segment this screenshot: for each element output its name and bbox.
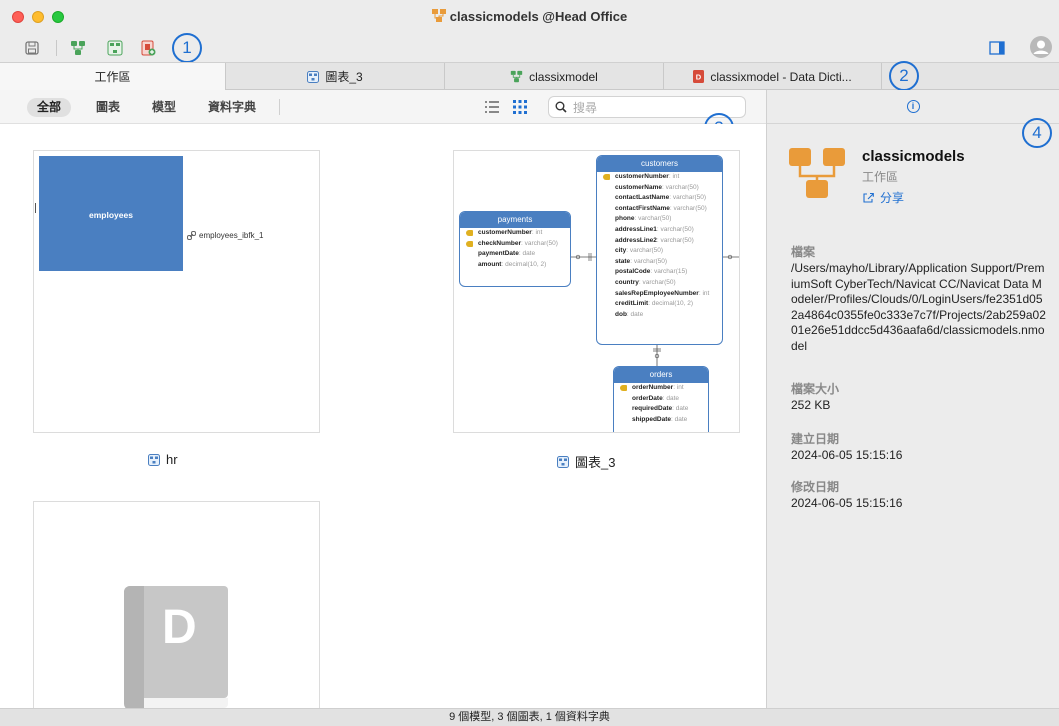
tab-data-dictionary[interactable]: D classixmodel - Data Dicti... <box>664 63 882 90</box>
list-view-button[interactable] <box>484 99 500 115</box>
tab-label: 工作區 <box>94 70 131 84</box>
account-avatar[interactable] <box>1029 35 1053 59</box>
dictionary-icon: D <box>693 70 705 83</box>
share-button[interactable]: 分享 <box>862 189 904 206</box>
dictionary-add-icon <box>141 40 156 56</box>
modified-date-label: 修改日期 <box>791 480 840 494</box>
save-button[interactable] <box>22 38 42 58</box>
app-window: classicmodels @Head Office 1 工作區 圖表_3 cl… <box>0 0 1059 726</box>
model-icon <box>510 70 523 83</box>
new-diagram-button[interactable] <box>105 38 125 58</box>
grid-view-button[interactable] <box>512 99 528 115</box>
window-title-container: classicmodels @Head Office <box>0 9 1059 26</box>
tab-diagram-3[interactable]: 圖表_3 <box>226 63 445 90</box>
file-size-label: 檔案大小 <box>791 382 840 396</box>
relation-marker <box>35 203 39 213</box>
filter-data-dictionary[interactable]: 資料字典 <box>208 98 256 117</box>
workspace-name: classicmodels <box>862 148 965 165</box>
toolbar-separator <box>56 40 57 56</box>
user-icon <box>1030 36 1052 58</box>
diagram-icon <box>107 40 123 56</box>
relation-lines <box>571 253 739 366</box>
svg-text:D: D <box>696 73 702 82</box>
annotation-badge-1: 1 <box>172 33 202 63</box>
workspace-large-icon <box>789 148 845 205</box>
tab-classixmodel[interactable]: classixmodel <box>445 63 664 90</box>
diagram-icon <box>148 453 160 466</box>
dictionary-letter: D <box>162 601 197 654</box>
modified-date-value: 2024-06-05 15:15:16 <box>791 496 903 510</box>
card-title: 圖表_3 <box>575 455 616 470</box>
list-view-icon <box>485 101 499 113</box>
filter-diagrams[interactable]: 圖表 <box>96 98 120 117</box>
filter-separator <box>279 99 280 115</box>
sidebar-header: i <box>767 90 1059 124</box>
model-icon <box>71 41 85 55</box>
card-label-diagram-3[interactable]: 圖表_3 <box>557 452 615 471</box>
search-placeholder: 搜尋 <box>573 100 598 115</box>
filter-all[interactable]: 全部 <box>27 98 72 117</box>
created-date-value: 2024-06-05 15:15:16 <box>791 448 903 462</box>
diagram-icon <box>557 455 569 468</box>
relation-name: employees_ibfk_1 <box>199 231 264 240</box>
diagram-card-3[interactable]: payments customerNumber: int checkNumber:… <box>453 150 740 433</box>
card-title: hr <box>166 452 178 467</box>
er-table-title: employees <box>89 210 133 220</box>
toolbar: 1 <box>0 33 1059 63</box>
workspace-icon <box>431 9 446 26</box>
share-label: 分享 <box>880 191 905 205</box>
filter-bar: 全部 圖表 模型 資料字典 搜尋 3 <box>0 90 766 143</box>
diagram-icon <box>307 70 320 83</box>
sidebar-toggle-icon <box>989 41 1005 55</box>
file-path: /Users/mayho/Library/Application Support… <box>791 261 1046 353</box>
title-bar: classicmodels @Head Office <box>0 0 1059 34</box>
share-icon <box>863 192 874 203</box>
search-icon <box>555 101 567 113</box>
grid-view-icon <box>513 100 527 114</box>
tab-label: classixmodel - Data Dicti... <box>710 69 852 84</box>
workspace-type: 工作區 <box>862 170 899 184</box>
diagram-card-hr[interactable]: employees employees_ibfk_1 <box>33 150 320 433</box>
tab-bar: 工作區 圖表_3 classixmodel D classixmodel - D… <box>0 61 1059 91</box>
er-table-employees: employees <box>39 156 183 271</box>
data-dictionary-icon: D <box>124 586 228 708</box>
tab-label: 圖表_3 <box>325 70 363 84</box>
window-title: classicmodels @Head Office <box>449 9 628 24</box>
file-size-value: 252 KB <box>791 398 831 412</box>
data-dictionary-card[interactable]: D <box>33 501 320 708</box>
card-label-hr[interactable]: hr <box>148 452 178 467</box>
new-model-button[interactable] <box>68 38 88 58</box>
status-bar: 9 個模型, 3 個圖表, 1 個資料字典 <box>0 708 1059 726</box>
info-icon[interactable]: i <box>906 100 920 113</box>
new-dictionary-button[interactable] <box>138 38 158 58</box>
link-icon <box>187 231 196 240</box>
filter-models[interactable]: 模型 <box>152 98 176 117</box>
tab-workspace[interactable]: 工作區 <box>0 63 226 90</box>
tab-label: classixmodel <box>529 69 598 84</box>
created-date-label: 建立日期 <box>791 432 840 446</box>
status-text: 9 個模型, 3 個圖表, 1 個資料字典 <box>449 711 610 723</box>
file-label: 檔案 <box>791 245 816 259</box>
annotation-badge-4: 4 <box>1022 118 1052 148</box>
relation-label: employees_ibfk_1 <box>187 231 263 240</box>
workspace-content: employees employees_ibfk_1 hr payments c… <box>0 124 766 708</box>
annotation-badge-2: 2 <box>889 61 919 91</box>
info-sidebar: i 4 classicmodels 工作區 分享 檔案 /Users/mayho… <box>766 90 1059 708</box>
toggle-sidebar-button[interactable] <box>987 38 1007 58</box>
save-icon <box>25 41 39 55</box>
